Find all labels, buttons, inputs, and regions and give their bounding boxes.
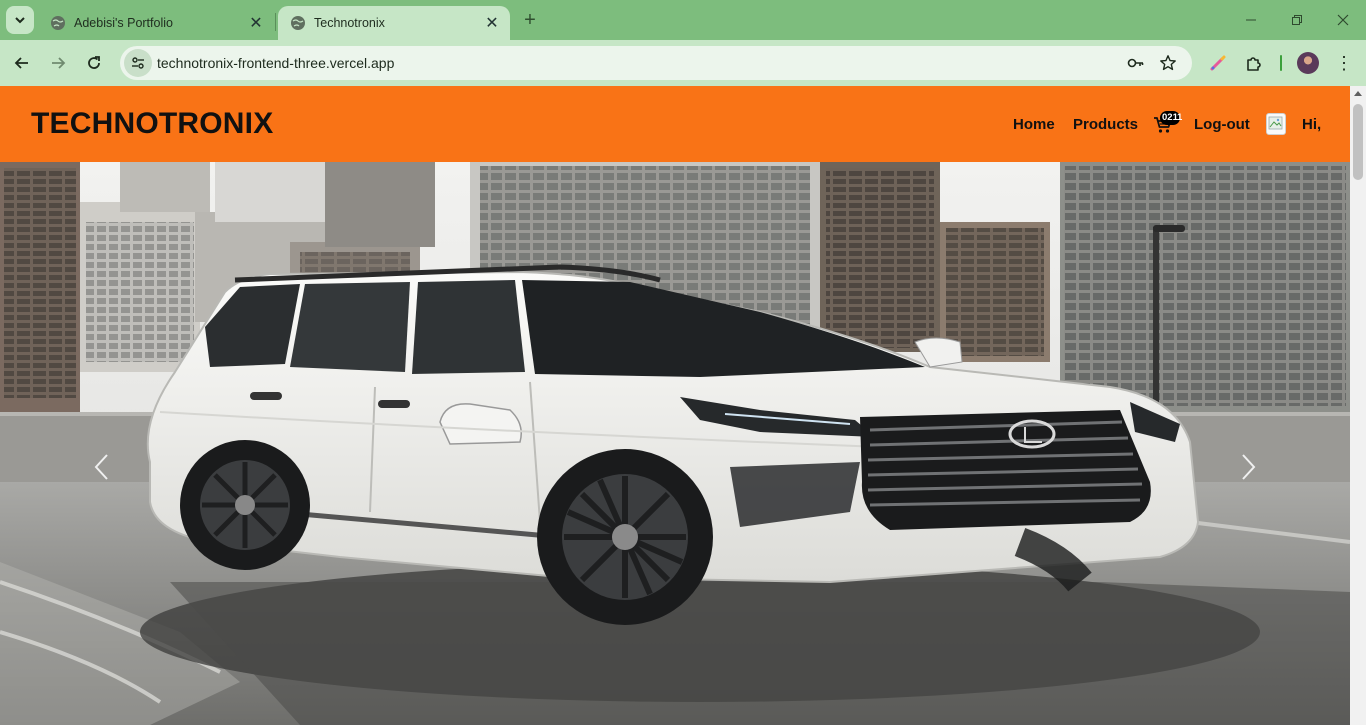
hero-carousel bbox=[0, 162, 1350, 725]
close-icon bbox=[1337, 14, 1349, 26]
close-tab-icon[interactable]: ✕ bbox=[484, 15, 500, 32]
site-header: TECHNOTRONIX Home Products 021 1 Log-out… bbox=[0, 86, 1350, 162]
extensions-puzzle-icon[interactable] bbox=[1242, 51, 1266, 75]
restore-icon bbox=[1292, 15, 1302, 25]
chevron-left-icon bbox=[94, 454, 108, 480]
new-tab-button[interactable]: + bbox=[518, 8, 542, 32]
chevron-right-icon bbox=[1242, 454, 1256, 480]
scroll-up-arrow-icon[interactable] bbox=[1354, 91, 1362, 96]
minimize-button[interactable] bbox=[1228, 0, 1274, 40]
nav-home-link[interactable]: Home bbox=[1013, 116, 1055, 133]
nav-products-link[interactable]: Products bbox=[1073, 116, 1138, 133]
toolbar-divider bbox=[1280, 55, 1282, 71]
hero-car-image bbox=[0, 162, 1350, 725]
browser-tab-strip: Adebisi's Portfolio ✕ Technotronix ✕ + bbox=[0, 0, 1366, 40]
chevron-down-icon bbox=[15, 17, 25, 24]
forward-button[interactable] bbox=[44, 49, 72, 77]
user-avatar-broken-image[interactable] bbox=[1266, 113, 1286, 135]
scroll-thumb[interactable] bbox=[1353, 104, 1363, 180]
page-scrollbar[interactable] bbox=[1350, 86, 1366, 725]
back-button[interactable] bbox=[8, 49, 36, 77]
bookmark-star-icon[interactable] bbox=[1158, 53, 1178, 73]
restore-button[interactable] bbox=[1274, 0, 1320, 40]
tune-icon bbox=[132, 57, 144, 69]
user-greeting: Hi, bbox=[1302, 116, 1322, 133]
tab-title: Technotronix bbox=[314, 16, 385, 30]
tab-technotronix[interactable]: Technotronix ✕ bbox=[278, 6, 510, 40]
tab-title: Adebisi's Portfolio bbox=[74, 16, 173, 30]
arrow-right-icon bbox=[52, 57, 66, 69]
site-info-button[interactable] bbox=[124, 49, 152, 77]
url-text[interactable]: technotronix-frontend-three.vercel.app bbox=[157, 55, 394, 71]
reload-button[interactable] bbox=[80, 49, 108, 77]
arrow-left-icon bbox=[14, 57, 28, 69]
tab-search-button[interactable] bbox=[6, 6, 34, 34]
address-bar[interactable]: technotronix-frontend-three.vercel.app bbox=[120, 46, 1192, 80]
carousel-next-button[interactable] bbox=[1236, 452, 1260, 482]
close-window-button[interactable] bbox=[1320, 0, 1366, 40]
browser-toolbar: technotronix-frontend-three.vercel.app ⋮ bbox=[0, 40, 1366, 86]
cart-count-overflow: 1 bbox=[1177, 112, 1183, 123]
site-logo[interactable]: TECHNOTRONIX bbox=[31, 107, 273, 141]
page-viewport: TECHNOTRONIX Home Products 021 1 Log-out… bbox=[0, 86, 1366, 725]
tab-separator bbox=[275, 13, 276, 31]
password-key-icon[interactable] bbox=[1126, 53, 1146, 73]
carousel-prev-button[interactable] bbox=[90, 452, 114, 482]
nav-logout-link[interactable]: Log-out bbox=[1194, 116, 1250, 133]
tab-portfolio[interactable]: Adebisi's Portfolio ✕ bbox=[38, 6, 274, 40]
globe-icon bbox=[291, 16, 305, 30]
more-menu-icon[interactable]: ⋮ bbox=[1334, 51, 1354, 75]
close-tab-icon[interactable]: ✕ bbox=[248, 15, 264, 32]
globe-icon bbox=[51, 16, 65, 30]
profile-avatar[interactable] bbox=[1297, 52, 1319, 74]
broken-image-icon bbox=[1268, 116, 1283, 130]
reload-icon bbox=[88, 56, 100, 69]
pen-extension-icon[interactable] bbox=[1206, 51, 1230, 75]
minimize-icon bbox=[1246, 19, 1256, 21]
